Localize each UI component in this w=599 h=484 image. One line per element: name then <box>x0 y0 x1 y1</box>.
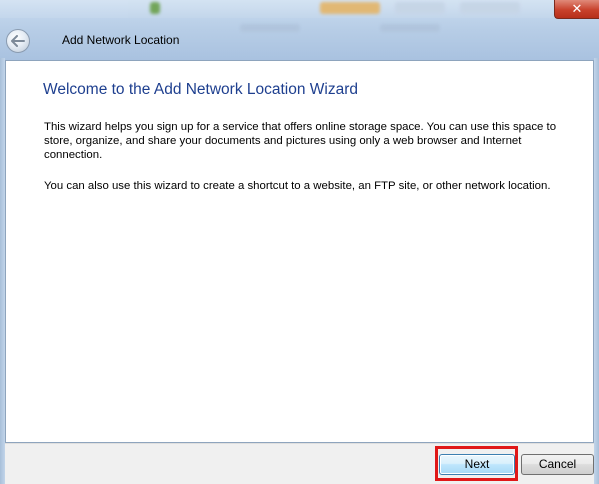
description-paragraph: This wizard helps you sign up for a serv… <box>44 121 557 161</box>
description-paragraph-secondary: You can also use this wizard to create a… <box>44 180 551 192</box>
cancel-button[interactable]: Cancel <box>521 454 594 475</box>
window-title: Add Network Location <box>62 33 180 47</box>
background-tab <box>320 2 380 14</box>
title-bar: Add Network Location <box>0 24 599 58</box>
wizard-content: Welcome to the Add Network Location Wiza… <box>5 60 594 443</box>
wizard-window: ✕ Add Network Location Welcome to the Ad… <box>0 0 599 484</box>
close-icon: ✕ <box>571 1 583 16</box>
close-button[interactable]: ✕ <box>554 0 599 19</box>
back-button[interactable] <box>6 29 30 53</box>
background-tab <box>395 2 445 14</box>
background-tab <box>460 2 520 14</box>
background-chrome <box>0 0 599 32</box>
back-arrow-icon <box>11 35 25 47</box>
background-icon <box>150 2 160 14</box>
page-title: Welcome to the Add Network Location Wiza… <box>43 81 359 98</box>
window-frame-right <box>594 58 599 484</box>
next-button[interactable]: Next <box>439 454 515 475</box>
